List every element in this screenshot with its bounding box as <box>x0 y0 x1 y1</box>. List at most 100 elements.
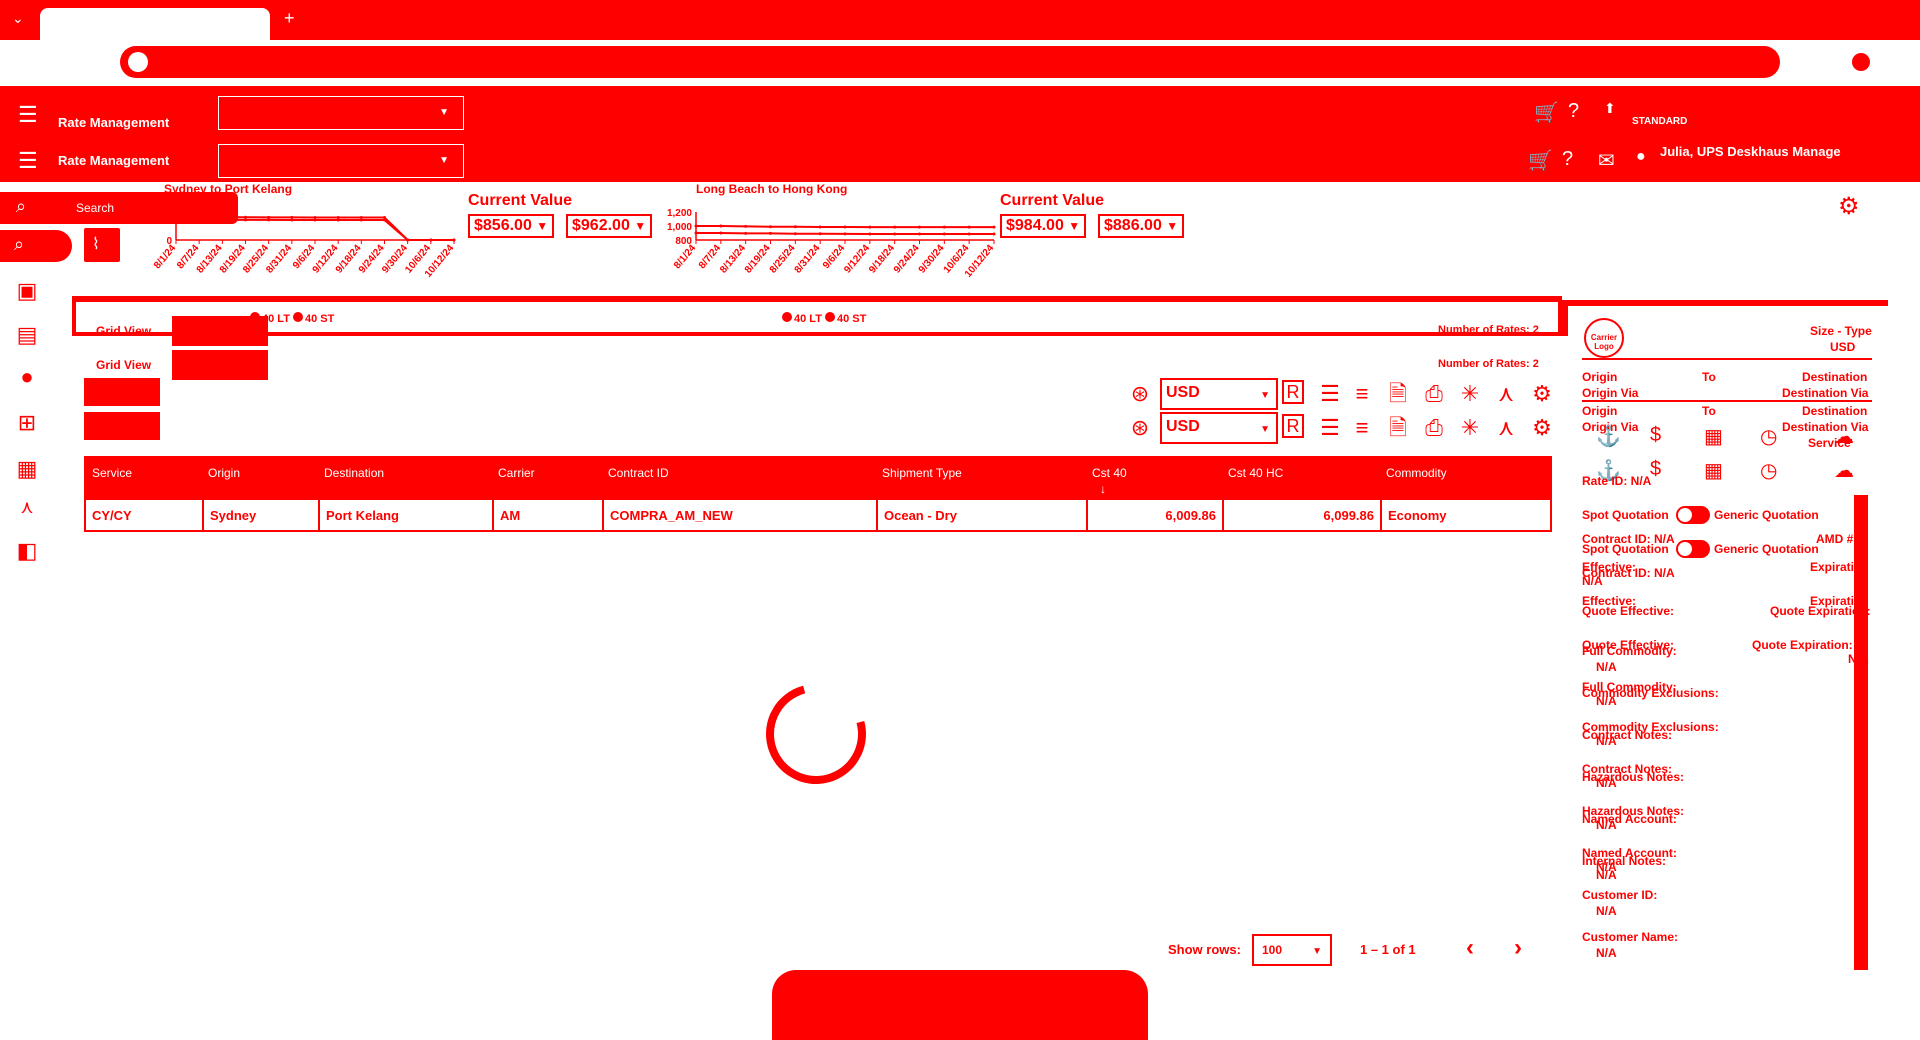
prev-page-button[interactable]: ‹ <box>1466 934 1474 962</box>
next-page-button[interactable]: › <box>1514 934 1522 962</box>
chart-2-value-lt[interactable]: $984.00 ▼ <box>1000 214 1087 238</box>
rate-icon[interactable]: R <box>1282 414 1304 438</box>
chart-1-value-lt[interactable]: $856.00 ▼ <box>468 214 555 238</box>
document-icon[interactable]: ▤ <box>14 322 40 348</box>
pin-icon[interactable]: ⬆ <box>1604 100 1616 117</box>
calendar-icon[interactable]: ▦ <box>1704 424 1723 449</box>
column-header[interactable]: Carrier <box>498 466 535 480</box>
asterisk-icon[interactable]: ✳ <box>1456 414 1484 442</box>
dollar-icon[interactable]: $ <box>1650 424 1661 447</box>
quote-icon[interactable]: ▣ <box>14 278 40 304</box>
app-subheader: ☰ Rate Management ▼ 🛒 ? ✉ ● Julia, UPS D… <box>0 140 1920 182</box>
chart-toggle-button[interactable]: ⌇ <box>84 228 120 262</box>
chart-2-value-st[interactable]: $886.00 ▼ <box>1098 214 1185 238</box>
list-icon[interactable]: ☰ <box>1316 380 1344 408</box>
file-export-icon[interactable]: 🗎 <box>1384 414 1412 442</box>
show-rows-label: Show rows: <box>1168 942 1241 957</box>
context-select-secondary[interactable]: ▼ <box>218 144 464 178</box>
route-icon[interactable]: ⋏ <box>1492 380 1520 408</box>
cell-carrier: AM <box>494 500 604 530</box>
print-icon[interactable]: ⎙ <box>1420 414 1448 442</box>
settings-icon[interactable]: ⚙ <box>1838 192 1860 221</box>
cloud-icon[interactable]: ☁ <box>1834 424 1854 449</box>
asterisk-icon[interactable]: ✳ <box>1456 380 1484 408</box>
list-icon[interactable]: ☰ <box>1316 414 1344 442</box>
cart-icon[interactable]: 🛒 <box>1528 148 1553 173</box>
plan-label: STANDARD <box>1632 116 1688 127</box>
data-point <box>197 215 201 219</box>
column-header[interactable]: Cst 40 HC <box>1228 466 1283 480</box>
bulb-icon[interactable]: ● <box>14 364 40 390</box>
quotation-toggle-secondary[interactable] <box>1676 540 1710 558</box>
grid-view-label-secondary[interactable]: Grid View <box>96 358 151 372</box>
checklist-icon[interactable]: ≡ <box>1348 414 1376 442</box>
grid-view-label[interactable]: Grid View <box>96 324 151 338</box>
customer-name-label: Customer Name: <box>1582 930 1679 944</box>
help-icon[interactable]: ? <box>1562 148 1573 171</box>
cloud-icon[interactable]: ☁ <box>1834 458 1854 483</box>
browser-tab[interactable] <box>40 8 270 40</box>
menu-icon[interactable]: ☰ <box>18 104 42 126</box>
cart-icon[interactable]: 🛒 <box>1534 100 1559 125</box>
data-point <box>967 225 971 229</box>
sidebar-item-search-active[interactable]: ⌕ <box>0 230 72 262</box>
sort-arrow-icon[interactable]: ↓ <box>1100 482 1106 496</box>
column-header[interactable]: Shipment Type <box>882 466 962 480</box>
user-icon[interactable]: ● <box>1636 148 1646 166</box>
currency-value: USD <box>1166 418 1200 435</box>
clock-icon[interactable]: ◷ <box>1760 424 1777 449</box>
currency-select[interactable]: USD ▼ <box>1160 412 1278 444</box>
address-bar[interactable] <box>120 46 1780 78</box>
rate-icon[interactable]: R <box>1282 380 1304 404</box>
context-select[interactable]: ▼ <box>218 96 464 130</box>
user-name[interactable]: Julia, UPS Deskhaus Manage <box>1660 144 1841 159</box>
settings-icon[interactable]: ⚙ <box>1528 414 1556 442</box>
column-header[interactable]: Cst 40 <box>1092 466 1127 480</box>
tab-list-chevron-icon[interactable]: ⌄ <box>12 10 24 27</box>
calculator-icon[interactable]: ▦ <box>14 456 40 482</box>
column-header[interactable]: Service <box>92 466 132 480</box>
data-point <box>992 225 996 229</box>
ship-icon[interactable]: ⚓ <box>1596 424 1621 449</box>
column-header[interactable]: Destination <box>324 466 384 480</box>
profile-avatar[interactable] <box>1852 53 1870 71</box>
data-point <box>267 218 271 222</box>
column-header[interactable]: Contract ID <box>608 466 669 480</box>
site-info-icon[interactable] <box>128 52 148 72</box>
route-icon[interactable]: ⋏ <box>1492 414 1520 442</box>
view-toggle-button[interactable] <box>172 316 268 346</box>
bottom-action-bar[interactable] <box>772 970 1148 1040</box>
export-icon[interactable]: ◧ <box>14 538 40 564</box>
notifications-icon[interactable]: ✉ <box>1598 148 1615 173</box>
reset-button[interactable] <box>84 412 160 440</box>
calendar-icon[interactable]: ▦ <box>1704 458 1723 483</box>
help-icon[interactable]: ? <box>1568 100 1579 123</box>
training-icon[interactable]: ⊞ <box>14 410 40 436</box>
detail-panel-divider <box>1568 300 1888 306</box>
currency-select[interactable]: USD ▼ <box>1160 378 1278 410</box>
chevron-down-icon: ▼ <box>1312 946 1322 957</box>
checklist-icon[interactable]: ≡ <box>1348 380 1376 408</box>
column-header[interactable]: Commodity <box>1386 466 1447 480</box>
clock-icon[interactable]: ◷ <box>1760 458 1777 483</box>
currency-exchange-icon[interactable]: ⊛ <box>1126 380 1154 408</box>
table-row[interactable]: CY/CY Sydney Port Kelang AM COMPRA_AM_NE… <box>84 500 1552 532</box>
menu-icon[interactable]: ☰ <box>18 150 42 172</box>
internal-notes-label: Internal Notes: <box>1582 854 1667 868</box>
rows-per-page-select[interactable]: 100 ▼ <box>1252 934 1332 966</box>
quotation-toggle[interactable] <box>1676 506 1710 524</box>
chart-1-value-st[interactable]: $962.00 ▼ <box>566 214 653 238</box>
print-icon[interactable]: ⎙ <box>1420 380 1448 408</box>
grid-header-panel <box>72 302 1562 336</box>
filter-button[interactable] <box>84 378 160 406</box>
column-header[interactable]: Origin <box>208 466 240 480</box>
settings-icon[interactable]: ⚙ <box>1528 380 1556 408</box>
hazardous-notes-label: Hazardous Notes: <box>1582 770 1685 784</box>
carrier-logo: Carrier Logo <box>1584 318 1624 358</box>
currency-exchange-icon[interactable]: ⊛ <box>1126 414 1154 442</box>
file-export-icon[interactable]: 🗎 <box>1384 380 1412 408</box>
new-tab-button[interactable]: + <box>284 8 295 29</box>
dollar-icon[interactable]: $ <box>1650 458 1661 481</box>
view-toggle-button-secondary[interactable] <box>172 350 268 380</box>
network-icon[interactable]: ⋏ <box>14 494 40 520</box>
